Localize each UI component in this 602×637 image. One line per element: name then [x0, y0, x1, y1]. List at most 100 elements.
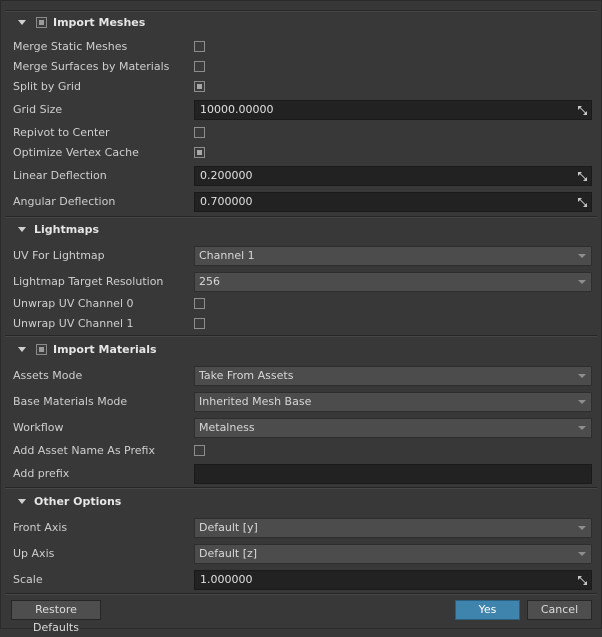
- chevron-down-icon: [578, 400, 586, 404]
- section-lightmaps[interactable]: Lightmaps: [1, 220, 601, 240]
- field-label: Add Asset Name As Prefix: [13, 444, 155, 457]
- field-label: Unwrap UV Channel 0: [13, 297, 134, 310]
- drag-resize-icon[interactable]: [578, 576, 587, 585]
- row-angular-deflection: Angular Deflection 0.700000: [1, 192, 601, 212]
- row-split-by-grid: Split by Grid: [1, 77, 601, 97]
- cancel-button[interactable]: Cancel: [527, 600, 592, 620]
- add-prefix-input[interactable]: [194, 464, 592, 484]
- dropdown-value: Metalness: [199, 421, 255, 434]
- field-label: UV For Lightmap: [13, 249, 105, 262]
- yes-button[interactable]: Yes: [455, 600, 520, 620]
- uv-for-lightmap-dropdown[interactable]: Channel 1: [194, 246, 592, 266]
- dropdown-value: Default [z]: [199, 547, 258, 560]
- collapse-arrow-icon[interactable]: [18, 499, 26, 504]
- row-linear-deflection: Linear Deflection 0.200000: [1, 166, 601, 186]
- field-label: Up Axis: [13, 547, 55, 560]
- section-other-options[interactable]: Other Options: [1, 492, 601, 512]
- dropdown-value: 256: [199, 275, 220, 288]
- divider: [5, 487, 597, 489]
- unwrap-uv-1-checkbox[interactable]: [194, 318, 205, 329]
- row-unwrap-uv-1: Unwrap UV Channel 1: [1, 314, 601, 334]
- field-label: Merge Static Meshes: [13, 40, 128, 53]
- section-title: Import Meshes: [53, 16, 146, 29]
- merge-surfaces-checkbox[interactable]: [194, 61, 205, 72]
- row-assets-mode: Assets Mode Take From Assets: [1, 366, 601, 386]
- row-scale: Scale 1.000000: [1, 570, 601, 590]
- up-axis-dropdown[interactable]: Default [z]: [194, 544, 592, 564]
- collapse-arrow-icon[interactable]: [18, 347, 26, 352]
- field-label: Optimize Vertex Cache: [13, 146, 139, 159]
- chevron-down-icon: [578, 526, 586, 530]
- assets-mode-dropdown[interactable]: Take From Assets: [194, 366, 592, 386]
- dropdown-value: Default [y]: [199, 521, 258, 534]
- dropdown-value: Inherited Mesh Base: [199, 395, 312, 408]
- section-title: Lightmaps: [34, 223, 100, 236]
- row-base-materials-mode: Base Materials Mode Inherited Mesh Base: [1, 392, 601, 412]
- divider: [5, 335, 597, 337]
- drag-resize-icon[interactable]: [578, 172, 587, 181]
- row-workflow: Workflow Metalness: [1, 418, 601, 438]
- scale-input[interactable]: 1.000000: [194, 570, 592, 590]
- optimize-vertex-cache-checkbox[interactable]: [194, 147, 205, 158]
- collapse-arrow-icon[interactable]: [18, 20, 26, 25]
- import-meshes-checkbox[interactable]: [36, 17, 47, 28]
- field-label: Unwrap UV Channel 1: [13, 317, 134, 330]
- field-label: Add prefix: [13, 467, 70, 480]
- section-title: Other Options: [34, 495, 122, 508]
- import-settings-panel: Import Meshes Merge Static Meshes Merge …: [0, 0, 602, 634]
- chevron-down-icon: [578, 374, 586, 378]
- row-merge-static-meshes: Merge Static Meshes: [1, 37, 601, 57]
- drag-resize-icon[interactable]: [578, 106, 587, 115]
- angular-deflection-input[interactable]: 0.700000: [194, 192, 592, 212]
- grid-size-input[interactable]: 10000.00000: [194, 100, 592, 120]
- field-label: Angular Deflection: [13, 195, 116, 208]
- base-materials-mode-dropdown[interactable]: Inherited Mesh Base: [194, 392, 592, 412]
- row-up-axis: Up Axis Default [z]: [1, 544, 601, 564]
- lightmap-resolution-dropdown[interactable]: 256: [194, 272, 592, 292]
- field-label: Scale: [13, 573, 43, 586]
- row-merge-surfaces: Merge Surfaces by Materials: [1, 57, 601, 77]
- dropdown-value: Channel 1: [199, 249, 255, 262]
- collapse-arrow-icon[interactable]: [18, 227, 26, 232]
- import-materials-checkbox[interactable]: [36, 344, 47, 355]
- row-uv-for-lightmap: UV For Lightmap Channel 1: [1, 246, 601, 266]
- add-asset-name-prefix-checkbox[interactable]: [194, 445, 205, 456]
- split-by-grid-checkbox[interactable]: [194, 81, 205, 92]
- row-unwrap-uv-0: Unwrap UV Channel 0: [1, 294, 601, 314]
- row-lightmap-resolution: Lightmap Target Resolution 256: [1, 272, 601, 292]
- merge-static-meshes-checkbox[interactable]: [194, 41, 205, 52]
- row-add-asset-name-prefix: Add Asset Name As Prefix: [1, 441, 601, 461]
- linear-deflection-input[interactable]: 0.200000: [194, 166, 592, 186]
- field-label: Assets Mode: [13, 369, 83, 382]
- workflow-dropdown[interactable]: Metalness: [194, 418, 592, 438]
- front-axis-dropdown[interactable]: Default [y]: [194, 518, 592, 538]
- field-label: Merge Surfaces by Materials: [13, 60, 170, 73]
- chevron-down-icon: [578, 280, 586, 284]
- row-add-prefix: Add prefix: [1, 464, 601, 484]
- row-optimize-vertex-cache: Optimize Vertex Cache: [1, 143, 601, 163]
- chevron-down-icon: [578, 426, 586, 430]
- restore-defaults-button[interactable]: Restore Defaults: [11, 600, 101, 634]
- section-title: Import Materials: [53, 343, 157, 356]
- drag-resize-icon[interactable]: [578, 198, 587, 207]
- field-label: Lightmap Target Resolution: [13, 275, 164, 288]
- field-value: 0.700000: [200, 195, 253, 208]
- field-label: Base Materials Mode: [13, 395, 128, 408]
- field-label: Split by Grid: [13, 80, 81, 93]
- row-front-axis: Front Axis Default [y]: [1, 518, 601, 538]
- chevron-down-icon: [578, 552, 586, 556]
- field-label: Repivot to Center: [13, 126, 110, 139]
- field-label: Grid Size: [13, 103, 63, 116]
- divider: [5, 10, 597, 12]
- row-repivot: Repivot to Center: [1, 123, 601, 143]
- section-import-materials[interactable]: Import Materials: [1, 340, 601, 360]
- repivot-checkbox[interactable]: [194, 127, 205, 138]
- field-label: Linear Deflection: [13, 169, 107, 182]
- field-value: 10000.00000: [200, 103, 274, 116]
- divider: [5, 593, 597, 595]
- dropdown-value: Take From Assets: [199, 369, 294, 382]
- section-import-meshes[interactable]: Import Meshes: [1, 13, 601, 33]
- row-grid-size: Grid Size 10000.00000: [1, 100, 601, 120]
- field-label: Front Axis: [13, 521, 68, 534]
- unwrap-uv-0-checkbox[interactable]: [194, 298, 205, 309]
